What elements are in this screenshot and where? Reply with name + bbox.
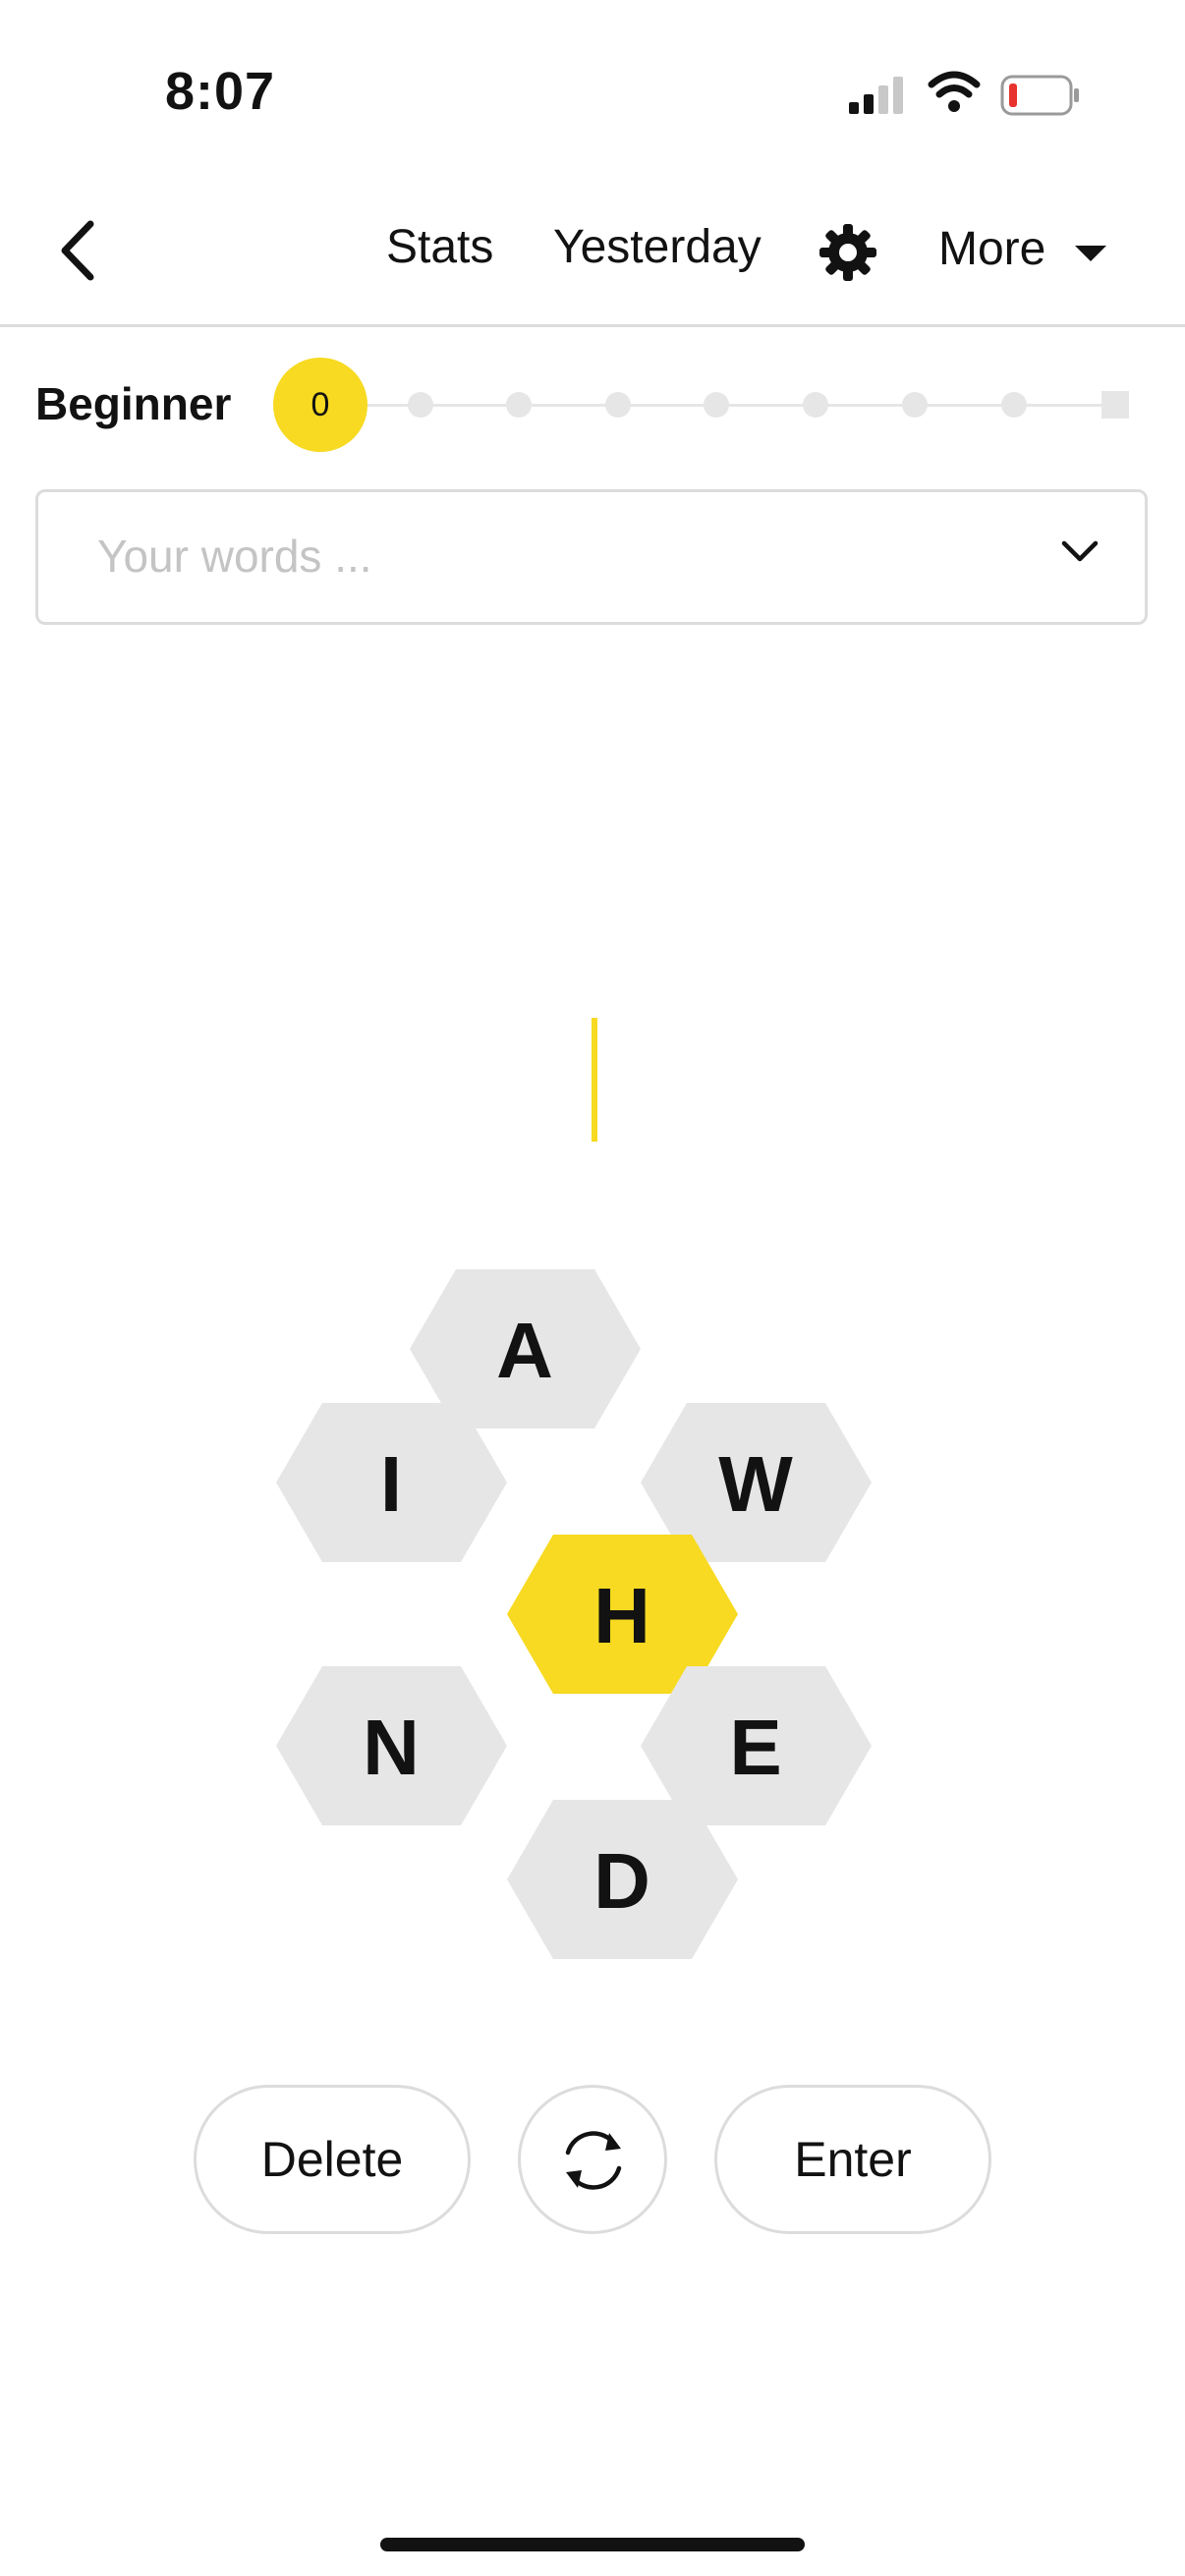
progress-dot	[408, 392, 433, 418]
hex-letter-lower-left: N	[363, 1704, 420, 1791]
shuffle-button[interactable]	[518, 2085, 667, 2234]
letter-hive: A I W H N E D	[276, 1269, 872, 1959]
back-chevron-icon[interactable]	[55, 218, 104, 283]
progress-dot	[605, 392, 631, 418]
stats-link[interactable]: Stats	[386, 220, 493, 274]
progress-dot	[506, 392, 532, 418]
hex-cell-bottom[interactable]: D	[507, 1800, 738, 1959]
wifi-icon	[928, 71, 981, 112]
more-menu[interactable]: More	[938, 222, 1045, 276]
hex-letter-upper-right: W	[718, 1440, 793, 1528]
shuffle-icon	[565, 2131, 622, 2190]
progress-dot	[704, 392, 729, 418]
hex-letter-center: H	[593, 1572, 650, 1659]
rank-label: Beginner	[35, 378, 232, 429]
progress-end-marker	[1101, 391, 1129, 419]
hex-letter-upper-left: I	[380, 1440, 402, 1528]
word-list-dropdown[interactable]: Your words ...	[35, 489, 1148, 625]
hex-letter-top: A	[496, 1307, 553, 1394]
settings-gear-icon[interactable]	[818, 222, 878, 283]
score-badge[interactable]: 0	[273, 358, 367, 452]
header-divider	[0, 324, 1185, 327]
word-list-placeholder: Your words ...	[97, 531, 372, 582]
status-time: 8:07	[165, 62, 276, 121]
dropdown-caret-icon[interactable]	[1075, 246, 1106, 261]
cellular-signal-icon	[849, 77, 903, 114]
progress-dot	[803, 392, 828, 418]
home-indicator[interactable]	[380, 2538, 805, 2551]
enter-button[interactable]: Enter	[714, 2085, 991, 2234]
hex-letter-lower-right: E	[729, 1704, 781, 1791]
hex-cell-lower-left[interactable]: N	[276, 1666, 507, 1825]
yesterday-link[interactable]: Yesterday	[553, 220, 762, 274]
delete-button[interactable]: Delete	[194, 2085, 471, 2234]
progress-dot	[1001, 392, 1027, 418]
chevron-down-icon[interactable]	[1060, 539, 1100, 563]
hex-cell-upper-left[interactable]: I	[276, 1403, 507, 1562]
input-cursor[interactable]	[592, 1018, 597, 1142]
battery-icon	[1000, 75, 1079, 116]
hex-letter-bottom: D	[593, 1837, 650, 1925]
progress-dot	[902, 392, 928, 418]
